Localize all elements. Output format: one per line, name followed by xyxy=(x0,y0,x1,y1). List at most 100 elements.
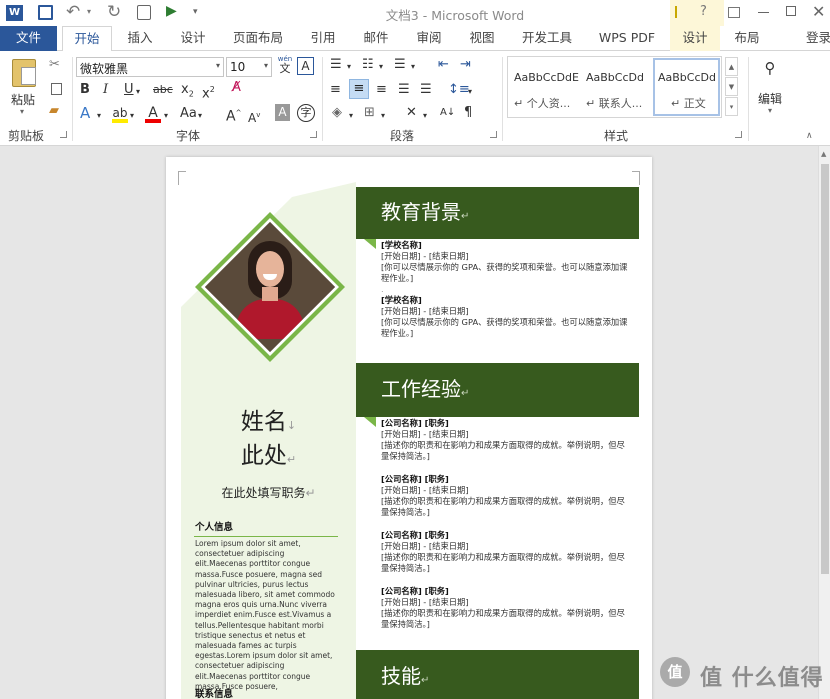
character-shading-icon[interactable]: A xyxy=(275,104,290,121)
shading-icon[interactable]: ◈ xyxy=(332,105,342,121)
justify-icon[interactable]: ☰ xyxy=(398,82,410,98)
highlight-dropdown-icon[interactable]: ▾ xyxy=(130,108,134,124)
work-entry[interactable]: [公司名称] [职务] [开始日期] - [结束日期] [描述你的职责和在影响力… xyxy=(381,586,631,630)
font-name-box[interactable]: 微软雅黑 ▾ xyxy=(76,57,224,77)
job-title[interactable]: 在此处填写职务↵ xyxy=(186,484,351,501)
tab-table-design[interactable]: 设计 xyxy=(670,26,720,51)
chinese-layout-dropdown-icon[interactable]: ▾ xyxy=(423,108,427,124)
clear-formatting-icon[interactable]: A̸ xyxy=(232,80,241,96)
tab-review[interactable]: 审阅 xyxy=(406,26,452,51)
tab-layout[interactable]: 页面布局 xyxy=(224,26,292,51)
close-icon[interactable]: ✕ xyxy=(812,2,825,21)
scroll-up-icon[interactable]: ▲ xyxy=(821,150,826,158)
education-entry[interactable]: [学校名称] [开始日期] - [结束日期] [你可以尽情展示你的 GPA、获得… xyxy=(381,240,631,295)
tab-wps-pdf[interactable]: WPS PDF xyxy=(590,26,664,51)
styles-scroll-up-icon[interactable]: ▲ xyxy=(725,57,738,76)
multilevel-dropdown-icon[interactable]: ▾ xyxy=(411,59,415,75)
education-entry[interactable]: [学校名称] [开始日期] - [结束日期] [你可以尽情展示你的 GPA、获得… xyxy=(381,295,631,339)
undo-dropdown-icon[interactable]: ▾ xyxy=(87,7,91,16)
restore-icon[interactable] xyxy=(786,6,796,16)
tab-references[interactable]: 引用 xyxy=(300,26,346,51)
italic-icon[interactable]: I xyxy=(103,82,108,98)
align-center-icon[interactable]: ≡ xyxy=(349,79,369,99)
name-heading[interactable]: 姓名↓ 此处↵ xyxy=(186,407,351,475)
font-size-box[interactable]: 10 ▾ xyxy=(226,57,272,77)
text-effects-icon[interactable]: A xyxy=(80,105,90,121)
skills-heading[interactable]: 技能 xyxy=(381,664,421,688)
personal-info-text[interactable]: Lorem ipsum dolor sit amet, consectetuer… xyxy=(195,539,338,692)
grow-font-icon[interactable]: A^ xyxy=(226,105,241,125)
ribbon-display-options-icon[interactable] xyxy=(728,7,740,18)
find-binoculars-icon[interactable]: ⚲ xyxy=(760,59,780,77)
sort-icon[interactable]: A↓ xyxy=(440,105,455,121)
numbering-icon[interactable]: ☷ xyxy=(362,57,374,73)
multilevel-list-icon[interactable]: ☰ xyxy=(394,57,406,73)
editing-dropdown-icon[interactable]: ▾ xyxy=(768,106,772,115)
strikethrough-icon[interactable]: abc xyxy=(153,82,173,98)
change-case-icon[interactable]: Aa xyxy=(180,106,197,122)
work-entry[interactable]: [公司名称] [职务] [开始日期] - [结束日期] [描述你的职责和在影响力… xyxy=(381,474,631,518)
editing-label[interactable]: 编辑 xyxy=(758,90,782,107)
underline-icon[interactable]: U xyxy=(124,82,134,98)
subscript-icon[interactable]: x2 xyxy=(181,82,194,103)
font-color-icon[interactable]: A xyxy=(145,105,161,123)
styles-scroll-down-icon[interactable]: ▼ xyxy=(725,77,738,96)
bold-icon[interactable]: B xyxy=(80,82,90,98)
line-spacing-icon[interactable]: ↕≡ xyxy=(448,82,470,98)
play-macro-icon[interactable]: ▶ xyxy=(166,3,177,19)
paste-dropdown-icon[interactable]: ▾ xyxy=(20,107,24,116)
styles-more-icon[interactable]: ▾ xyxy=(725,97,738,116)
save-icon[interactable] xyxy=(38,5,53,20)
work-entry[interactable]: [公司名称] [职务] [开始日期] - [结束日期] [描述你的职责和在影响力… xyxy=(381,418,631,462)
align-right-icon[interactable]: ≡ xyxy=(376,82,387,98)
highlight-color-icon[interactable]: ab xyxy=(112,106,128,124)
document-page[interactable]: 姓名↓ 此处↵ 在此处填写职务↵ 个人信息 Lorem ipsum dolor … xyxy=(166,157,652,699)
borders-dropdown-icon[interactable]: ▾ xyxy=(381,108,385,124)
tab-design[interactable]: 设计 xyxy=(170,26,216,51)
style-item-contact[interactable]: AaBbCcDd ↵ 联系人... xyxy=(581,59,649,115)
redo-icon[interactable]: ↻ xyxy=(107,2,121,22)
tab-insert[interactable]: 插入 xyxy=(117,26,163,51)
touch-mode-icon[interactable] xyxy=(137,5,151,20)
tab-developer[interactable]: 开发工具 xyxy=(512,26,582,51)
show-formatting-icon[interactable]: ¶ xyxy=(464,105,472,121)
scroll-thumb[interactable] xyxy=(821,164,829,574)
minimize-icon[interactable] xyxy=(758,12,769,13)
decrease-indent-icon[interactable]: ⇤ xyxy=(438,57,449,73)
superscript-icon[interactable]: x2 xyxy=(202,82,215,102)
font-color-dropdown-icon[interactable]: ▾ xyxy=(164,108,168,124)
paragraph-launcher-icon[interactable] xyxy=(490,131,497,138)
chinese-layout-icon[interactable]: ✕ xyxy=(406,105,417,121)
tab-home[interactable]: 开始 xyxy=(62,26,112,52)
work-entry[interactable]: [公司名称] [职务] [开始日期] - [结束日期] [描述你的职责和在影响力… xyxy=(381,530,631,574)
shading-dropdown-icon[interactable]: ▾ xyxy=(349,108,353,124)
bullets-icon[interactable]: ☰ xyxy=(330,57,342,73)
sign-in-link[interactable]: 登录 xyxy=(806,26,830,51)
copy-icon[interactable] xyxy=(49,81,64,97)
style-item-personal-info[interactable]: AaBbCcDdE ↵ 个人资... xyxy=(510,59,579,115)
font-launcher-icon[interactable] xyxy=(310,131,317,138)
collapse-ribbon-icon[interactable]: ∧ xyxy=(806,131,813,141)
help-icon[interactable]: ? xyxy=(700,4,707,19)
enclose-characters-icon[interactable]: 字 xyxy=(297,104,315,122)
format-painter-icon[interactable]: ▰ xyxy=(49,103,59,119)
font-name-dropdown-icon[interactable]: ▾ xyxy=(216,61,220,70)
clipboard-launcher-icon[interactable] xyxy=(60,131,67,138)
tab-file[interactable]: 文件 xyxy=(0,26,57,51)
character-border-icon[interactable]: A xyxy=(297,57,314,75)
paste-button-label[interactable]: 粘贴 xyxy=(11,91,35,108)
personal-info-heading[interactable]: 个人信息 xyxy=(195,519,233,533)
text-effects-dropdown-icon[interactable]: ▾ xyxy=(97,108,101,124)
borders-icon[interactable]: ⊞ xyxy=(364,105,375,121)
style-item-normal[interactable]: AaBbCcDd ↵ 正文 xyxy=(653,58,720,116)
cut-icon[interactable]: ✂ xyxy=(49,57,60,73)
distributed-icon[interactable]: ☰ xyxy=(420,82,432,98)
education-heading[interactable]: 教育背景 xyxy=(381,200,461,224)
contact-heading[interactable]: 联系信息 xyxy=(195,686,233,699)
change-case-dropdown-icon[interactable]: ▾ xyxy=(198,108,202,124)
align-left-icon[interactable]: ≡ xyxy=(330,82,341,98)
font-size-dropdown-icon[interactable]: ▾ xyxy=(264,61,268,70)
customize-qat-icon[interactable]: ▾ xyxy=(193,7,198,17)
bullets-dropdown-icon[interactable]: ▾ xyxy=(347,59,351,75)
styles-launcher-icon[interactable] xyxy=(735,131,742,138)
